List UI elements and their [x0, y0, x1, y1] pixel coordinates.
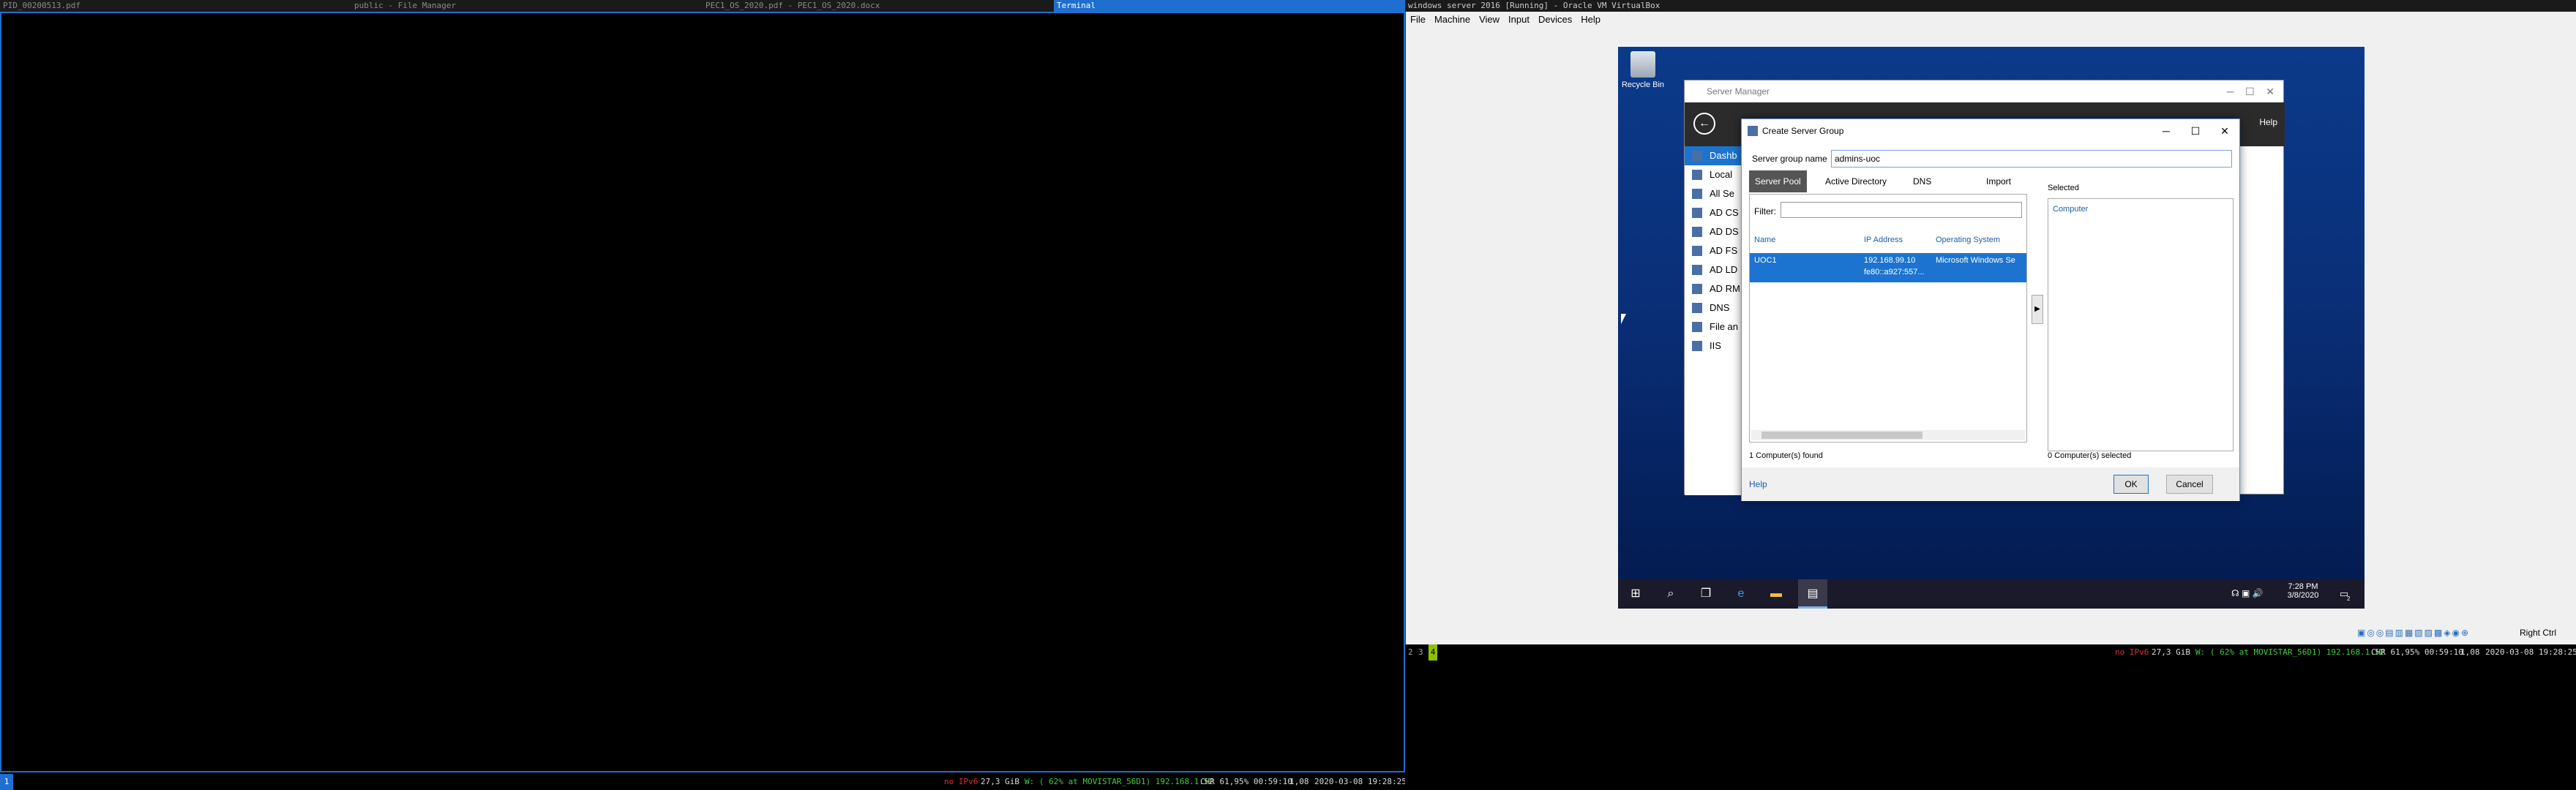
- row-name: UOC1: [1754, 256, 1777, 265]
- close-button[interactable]: ✕: [2210, 119, 2239, 143]
- virtualbox-window: File Machine View Input Devices Help Recycle …: [1405, 12, 2576, 644]
- menu-help[interactable]: Help: [1576, 12, 1605, 27]
- wifi-status-right: W: ( 62% at MOVISTAR_56D1) 192.168.1.52: [2195, 647, 2385, 657]
- group-name-label: Server group name: [1752, 154, 1827, 164]
- maximize-button[interactable]: ☐: [2181, 119, 2210, 143]
- datetime-status-right: 2020-03-08 19:28:25: [2485, 647, 2576, 657]
- menu-view[interactable]: View: [1475, 12, 1504, 27]
- cancel-button[interactable]: Cancel: [2166, 475, 2213, 494]
- minimize-button[interactable]: ─: [2152, 119, 2181, 143]
- menu-devices[interactable]: Devices: [1534, 12, 1576, 27]
- empty-workspace-area: [1405, 661, 2576, 790]
- tab-server-pool[interactable]: Server Pool: [1749, 170, 1807, 192]
- scrollbar-thumb[interactable]: [1761, 432, 1922, 439]
- tab-file-manager[interactable]: public - File Manager: [351, 0, 703, 12]
- ok-button[interactable]: OK: [2113, 475, 2149, 494]
- menu-input[interactable]: Input: [1504, 12, 1534, 27]
- host-key-label: Right Ctrl: [2520, 628, 2557, 638]
- windows-taskbar: ⊞ ⌕ ❐ e ▬ ▤ ☊ ▣ 🔊 7:28 PM 3/8/2020 ▭ 2: [1618, 579, 2365, 609]
- disk-status: 27,3 GiB: [981, 777, 1019, 786]
- workspace-4[interactable]: 4: [1429, 644, 1437, 661]
- ipv6-status-right: no IPv6: [2115, 647, 2149, 657]
- row-ip: 192.168.99.10: [1864, 256, 1916, 265]
- dialog-tabs: Server Pool Active Directory DNS Import: [1749, 170, 2042, 194]
- recycle-bin[interactable]: Recycle Bin: [1621, 51, 1665, 89]
- server-pool-panel: Filter: Name IP Address Operating System…: [1749, 194, 2027, 443]
- help-link[interactable]: Help: [1749, 479, 1767, 489]
- column-os[interactable]: Operating System: [1936, 236, 2000, 244]
- tray-icons[interactable]: ☊ ▣ 🔊: [2231, 588, 2264, 598]
- search-icon[interactable]: ⌕: [1662, 585, 1680, 603]
- recycle-bin-icon: [1630, 51, 1655, 78]
- tab-pec1[interactable]: PEC1_OS_2020.pdf - PEC1_OS_2020.docx: [703, 0, 1054, 12]
- filter-label: Filter:: [1754, 206, 1776, 217]
- workspace-3[interactable]: 3: [1418, 644, 1423, 661]
- cpu-status-right: CHR 61,95% 00:59:10: [2371, 647, 2463, 657]
- selected-list[interactable]: Computer: [2048, 198, 2234, 451]
- load-status: 1,08: [1289, 777, 1309, 786]
- filter-input[interactable]: [1781, 202, 2022, 218]
- group-name-input[interactable]: admins-uoc: [1831, 150, 2232, 168]
- file-explorer-icon[interactable]: ▬: [1767, 585, 1785, 603]
- task-view-icon[interactable]: ❐: [1697, 585, 1715, 603]
- window-tab-bar: PID_00200513.pdf public - File Manager P…: [0, 0, 2576, 12]
- tab-terminal[interactable]: Terminal: [1054, 0, 1405, 12]
- server-manager-help[interactable]: Help: [2259, 117, 2277, 127]
- notification-count: 2: [2347, 595, 2351, 602]
- status-bar-right: 2 3 4 no IPv6 27,3 GiB W: ( 62% at MOVIS…: [1405, 644, 2576, 661]
- disk-status-right: 27,3 GiB: [2152, 647, 2190, 657]
- column-name[interactable]: Name: [1754, 236, 1775, 244]
- selected-column-computer[interactable]: Computer: [2053, 205, 2088, 214]
- status-bar-left: 1 no IPv6 27,3 GiB W: ( 62% at MOVISTAR_…: [0, 774, 1407, 790]
- tab-import[interactable]: Import: [1980, 170, 2017, 192]
- add-arrow-button[interactable]: ▶: [2032, 295, 2043, 324]
- selected-label: Selected: [2048, 184, 2079, 192]
- menu-machine[interactable]: Machine: [1430, 12, 1475, 27]
- ipv6-status: no IPv6: [944, 777, 978, 786]
- vm-screen[interactable]: Recycle Bin Server Manager ─ ☐ ✕ ← Help …: [1618, 47, 2365, 609]
- terminal-window[interactable]: [0, 12, 1405, 772]
- create-server-group-dialog: Create Server Group ─ ☐ ✕ Server group n…: [1741, 118, 2240, 501]
- internet-explorer-icon[interactable]: e: [1732, 585, 1750, 603]
- vbox-device-icons[interactable]: ▣◎◎▤▥▦▧▨▩◈◉⊕: [2357, 628, 2470, 638]
- wifi-status: W: ( 62% at MOVISTAR_56D1) 192.168.1.52: [1025, 777, 1214, 786]
- tab-dns[interactable]: DNS: [1907, 170, 1937, 192]
- vbox-menubar: File Machine View Input Devices Help: [1406, 12, 2576, 28]
- recycle-bin-label: Recycle Bin: [1621, 80, 1665, 89]
- workspace-indicator[interactable]: 1: [0, 774, 13, 790]
- dialog-footer: Help OK Cancel: [1742, 467, 2239, 501]
- tab-pdf[interactable]: PID_00200513.pdf: [0, 0, 351, 12]
- cpu-status: CHR 61,95% 00:59:10: [1200, 777, 1292, 786]
- server-manager-window-controls[interactable]: ─ ☐ ✕: [2188, 80, 2283, 102]
- tab-active-directory[interactable]: Active Directory: [1819, 170, 1892, 192]
- row-os: Microsoft Windows Se: [1936, 256, 2015, 265]
- clock-date: 3/8/2020: [2287, 591, 2319, 600]
- menu-file[interactable]: File: [1406, 12, 1430, 27]
- back-arrow-icon[interactable]: ←: [1693, 113, 1715, 135]
- clock[interactable]: 7:28 PM 3/8/2020: [2281, 582, 2325, 600]
- found-count: 1 Computer(s) found: [1749, 451, 1823, 460]
- tab-virtualbox[interactable]: windows server 2016 [Running] - Oracle V…: [1405, 0, 2576, 12]
- workspace-2[interactable]: 2: [1408, 644, 1413, 661]
- row-ip-v6: fe80::a927:557...: [1864, 268, 1925, 276]
- datetime-status: 2020-03-08 19:28:25: [1314, 777, 1407, 786]
- start-icon[interactable]: ⊞: [1627, 585, 1644, 603]
- horizontal-scrollbar[interactable]: [1751, 430, 2025, 440]
- clock-time: 7:28 PM: [2288, 582, 2318, 591]
- column-ip[interactable]: IP Address: [1864, 236, 1903, 244]
- selected-count: 0 Computer(s) selected: [2048, 451, 2132, 460]
- vbox-status-bar: ▣◎◎▤▥▦▧▨▩◈◉⊕ Right Ctrl: [2357, 625, 2576, 641]
- table-row[interactable]: UOC1 192.168.99.10 fe80::a927:557... Mic…: [1750, 253, 2026, 282]
- mouse-cursor-icon: [1621, 314, 1626, 324]
- server-manager-icon: [1748, 126, 1758, 136]
- server-manager-taskbar-icon[interactable]: ▤: [1798, 579, 1827, 609]
- load-status-right: 1,08: [2460, 647, 2480, 657]
